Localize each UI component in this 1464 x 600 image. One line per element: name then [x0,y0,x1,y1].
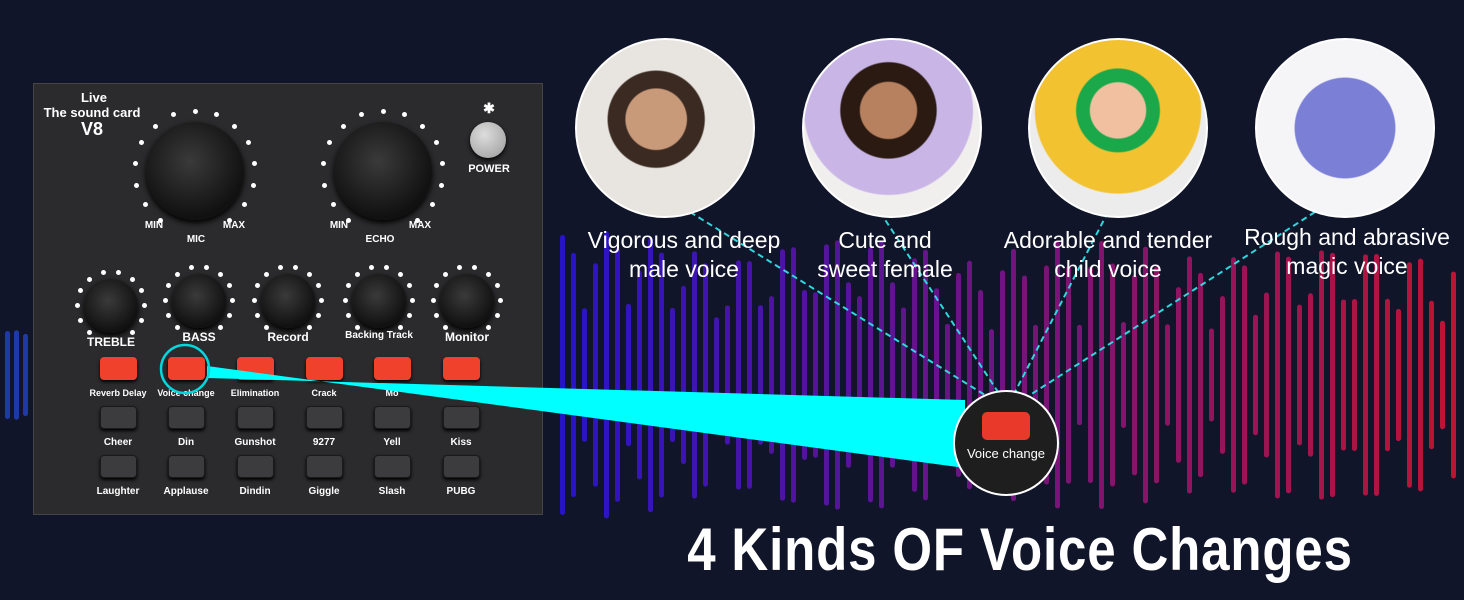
female-voice-portrait [802,38,982,218]
voice-caption-male: Vigorous and deep male voice [587,227,781,282]
zoom-beam [207,366,965,468]
male-voice-portrait [575,38,755,218]
voice-caption-child: Adorable and tender child voice [1003,227,1213,282]
child-voice-portrait [1028,38,1208,218]
voice-change-button-zoomed [982,412,1030,440]
voice-change-zoom: Voice change [953,390,1059,496]
voice-caption-magic: Rough and abrasive magic voice [1244,224,1450,279]
zoom-label: Voice change [966,446,1046,461]
page-title: 4 Kinds OF Voice Changes [687,516,1353,583]
product-banner: Live The sound card V8 MIN MAX MIC MIN M… [0,0,1464,600]
connector-lines [689,211,1316,396]
voice-caption-female: Cute and sweet female [817,227,953,282]
monster-voice-portrait [1255,38,1435,218]
highlight-ring [159,343,211,395]
